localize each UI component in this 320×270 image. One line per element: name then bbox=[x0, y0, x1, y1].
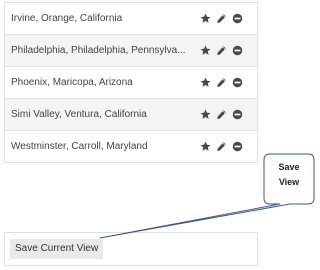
star-icon[interactable] bbox=[200, 13, 211, 24]
save-current-view-button[interactable]: Save Current View bbox=[10, 239, 104, 259]
minus-circle-icon[interactable] bbox=[232, 141, 243, 152]
minus-circle-icon[interactable] bbox=[232, 109, 243, 120]
row-actions bbox=[200, 99, 243, 130]
row-actions bbox=[200, 67, 243, 98]
minus-circle-icon[interactable] bbox=[232, 77, 243, 88]
callout-line-1: Save bbox=[278, 162, 300, 172]
saved-views-panel: Irvine, Orange, California Philadelphia,… bbox=[0, 0, 318, 270]
list-item[interactable]: Simi Valley, Ventura, California bbox=[5, 99, 257, 131]
pencil-icon[interactable] bbox=[216, 45, 227, 56]
row-actions bbox=[200, 131, 243, 162]
row-actions bbox=[200, 3, 243, 34]
pencil-icon[interactable] bbox=[216, 13, 227, 24]
callout-text: Save View bbox=[264, 160, 314, 190]
star-icon[interactable] bbox=[200, 141, 211, 152]
minus-circle-icon[interactable] bbox=[232, 45, 243, 56]
callout-line-2: View bbox=[278, 177, 300, 187]
list-item[interactable]: Phoenix, Maricopa, Arizona bbox=[5, 67, 257, 99]
pencil-icon[interactable] bbox=[216, 77, 227, 88]
saved-locations-list: Irvine, Orange, California Philadelphia,… bbox=[4, 2, 258, 163]
save-view-panel: Save Current View bbox=[4, 232, 258, 266]
pencil-icon[interactable] bbox=[216, 109, 227, 120]
star-icon[interactable] bbox=[200, 109, 211, 120]
location-label: Irvine, Orange, California bbox=[11, 13, 123, 24]
location-label: Phoenix, Maricopa, Arizona bbox=[11, 77, 133, 88]
row-actions bbox=[200, 35, 243, 66]
minus-circle-icon[interactable] bbox=[232, 13, 243, 24]
location-label: Philadelphia, Philadelphia, Pennsylva... bbox=[11, 45, 186, 56]
star-icon[interactable] bbox=[200, 45, 211, 56]
pencil-icon[interactable] bbox=[216, 141, 227, 152]
list-item[interactable]: Westminster, Carroll, Maryland bbox=[5, 131, 257, 163]
list-item[interactable]: Irvine, Orange, California bbox=[5, 3, 257, 35]
location-label: Westminster, Carroll, Maryland bbox=[11, 141, 148, 152]
location-label: Simi Valley, Ventura, California bbox=[11, 109, 147, 120]
star-icon[interactable] bbox=[200, 77, 211, 88]
list-item[interactable]: Philadelphia, Philadelphia, Pennsylva... bbox=[5, 35, 257, 67]
